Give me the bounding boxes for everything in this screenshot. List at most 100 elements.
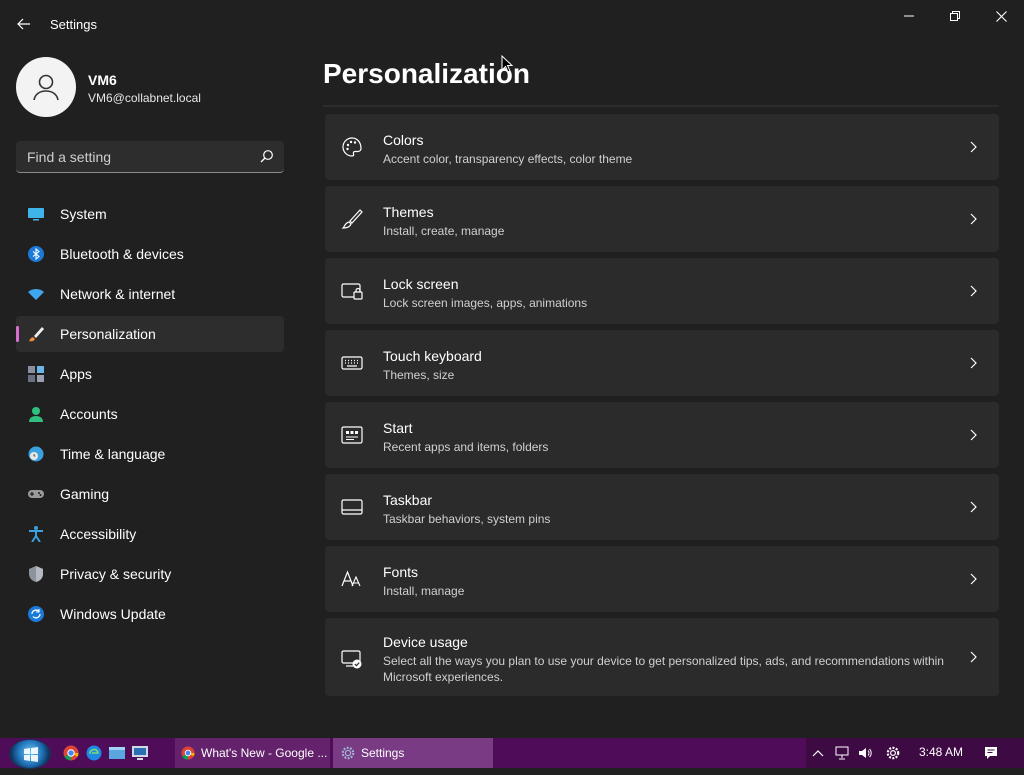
apps-icon: [28, 366, 44, 382]
settings-card-list: Colors Accent color, transparency effect…: [325, 114, 999, 702]
taskbar-task-chrome[interactable]: What's New - Google ...: [175, 738, 330, 768]
title-bar: Settings: [0, 0, 1024, 48]
chrome-quicklaunch-icon[interactable]: [63, 745, 79, 761]
sidebar-item-label: Accounts: [60, 406, 118, 422]
brush-icon: [341, 209, 363, 229]
card-description: Themes, size: [383, 368, 455, 382]
user-email: VM6@collabnet.local: [88, 91, 201, 105]
windows-logo-icon: [24, 747, 38, 762]
remote-desktop-quicklaunch-icon[interactable]: [132, 745, 148, 761]
sidebar-item-label: Time & language: [60, 446, 166, 462]
card-description: Accent color, transparency effects, colo…: [383, 152, 633, 166]
taskbar-task-settings[interactable]: Settings: [333, 738, 493, 768]
minimize-button[interactable]: [886, 0, 932, 32]
sidebar-item-label: Gaming: [60, 486, 110, 502]
settings-card-touch-keyboard[interactable]: Touch keyboard Themes, size: [325, 330, 999, 396]
sidebar-item-system[interactable]: System: [16, 196, 284, 232]
sidebar-item-bluetooth[interactable]: Bluetooth & devices: [16, 236, 284, 272]
taskbar-clock[interactable]: 3:48 AM: [919, 745, 963, 759]
taskbar-task-label: Settings: [361, 746, 405, 760]
card-description: Install, manage: [383, 584, 465, 598]
back-button[interactable]: [12, 12, 36, 36]
back-arrow-icon: [17, 18, 30, 30]
update-icon: [28, 606, 44, 622]
settings-gear-icon: [341, 746, 355, 760]
palette-icon: [342, 137, 362, 157]
sidebar-item-accessibility[interactable]: Accessibility: [16, 516, 284, 552]
settings-card-device-usage[interactable]: Device usage Select all the ways you pla…: [325, 618, 999, 696]
card-title: Themes: [383, 204, 434, 220]
person-icon: [29, 407, 43, 422]
gamepad-icon: [28, 490, 44, 498]
sidebar-item-label: Bluetooth & devices: [60, 246, 184, 262]
settings-card-fonts[interactable]: Fonts Install, manage: [325, 546, 999, 612]
sidebar-item-label: Apps: [60, 366, 92, 382]
content-divider: [323, 105, 999, 107]
start-icon: [341, 426, 363, 444]
file-explorer-quicklaunch-icon[interactable]: [109, 745, 125, 761]
system-tray: [806, 738, 1024, 768]
app-title: Settings: [50, 17, 97, 32]
sidebar-item-apps[interactable]: Apps: [16, 356, 284, 392]
wifi-icon: [28, 289, 44, 300]
chevron-right-icon: [970, 429, 977, 441]
settings-card-lock-screen[interactable]: Lock screen Lock screen images, apps, an…: [325, 258, 999, 324]
chevron-right-icon: [970, 651, 977, 663]
card-title: Lock screen: [383, 276, 459, 292]
user-name: VM6: [88, 72, 117, 88]
avatar[interactable]: [16, 57, 76, 117]
chevron-right-icon: [970, 141, 977, 153]
sidebar-item-accounts[interactable]: Accounts: [16, 396, 284, 432]
sidebar-item-label: Personalization: [60, 326, 156, 342]
globe-clock-icon: [28, 446, 44, 462]
card-title: Colors: [383, 132, 424, 148]
paintbrush-icon: [29, 327, 44, 342]
volume-icon[interactable]: [858, 746, 872, 760]
minimize-icon: [904, 15, 914, 17]
user-icon: [33, 74, 59, 101]
sidebar-item-personalization[interactable]: Personalization: [16, 316, 284, 352]
close-button[interactable]: [978, 0, 1024, 32]
card-title: Device usage: [383, 634, 468, 650]
sidebar-item-label: Accessibility: [60, 526, 137, 542]
settings-card-taskbar[interactable]: Taskbar Taskbar behaviors, system pins: [325, 474, 999, 540]
sidebar-item-label: Windows Update: [60, 606, 166, 622]
card-description: Recent apps and items, folders: [383, 440, 549, 454]
chrome-icon: [181, 746, 195, 760]
sidebar-item-windows-update[interactable]: Windows Update: [16, 596, 284, 632]
sidebar-item-label: Privacy & security: [60, 566, 172, 582]
settings-card-themes[interactable]: Themes Install, create, manage: [325, 186, 999, 252]
settings-card-start[interactable]: Start Recent apps and items, folders: [325, 402, 999, 468]
chevron-right-icon: [970, 285, 977, 297]
card-title: Fonts: [383, 564, 419, 580]
edge-quicklaunch-icon[interactable]: [86, 745, 102, 761]
fonts-icon: [341, 570, 361, 587]
network-icon[interactable]: [835, 746, 849, 760]
search-icon[interactable]: [260, 149, 274, 163]
action-center-settings-icon[interactable]: [886, 746, 900, 760]
notification-icon[interactable]: [984, 746, 998, 760]
sidebar-item-gaming[interactable]: Gaming: [16, 476, 284, 512]
search-input[interactable]: Find a setting: [16, 141, 284, 173]
sidebar-item-network[interactable]: Network & internet: [16, 276, 284, 312]
chevron-right-icon: [970, 357, 977, 369]
page-title: Personalization: [323, 58, 530, 89]
device-usage-icon: [341, 650, 362, 669]
sidebar-item-privacy[interactable]: Privacy & security: [16, 556, 284, 592]
settings-window: Settings VM6 VM6@collabnet.local Find a …: [0, 0, 1024, 738]
card-title: Taskbar: [383, 492, 433, 508]
card-title: Start: [383, 420, 413, 436]
chevron-up-icon[interactable]: [811, 746, 825, 760]
monitor-icon: [28, 208, 44, 221]
search-placeholder: Find a setting: [27, 149, 112, 165]
restore-button[interactable]: [932, 0, 978, 32]
close-icon: [995, 10, 1007, 22]
chevron-right-icon: [970, 573, 977, 585]
card-description: Install, create, manage: [383, 224, 505, 238]
sidebar-item-time-language[interactable]: Time & language: [16, 436, 284, 472]
settings-card-colors[interactable]: Colors Accent color, transparency effect…: [325, 114, 999, 180]
sidebar-item-label: Network & internet: [60, 286, 176, 302]
taskbar-icon: [341, 499, 363, 515]
sidebar-nav: System Bluetooth & devices Network & int…: [16, 196, 284, 636]
start-button[interactable]: [9, 739, 51, 769]
